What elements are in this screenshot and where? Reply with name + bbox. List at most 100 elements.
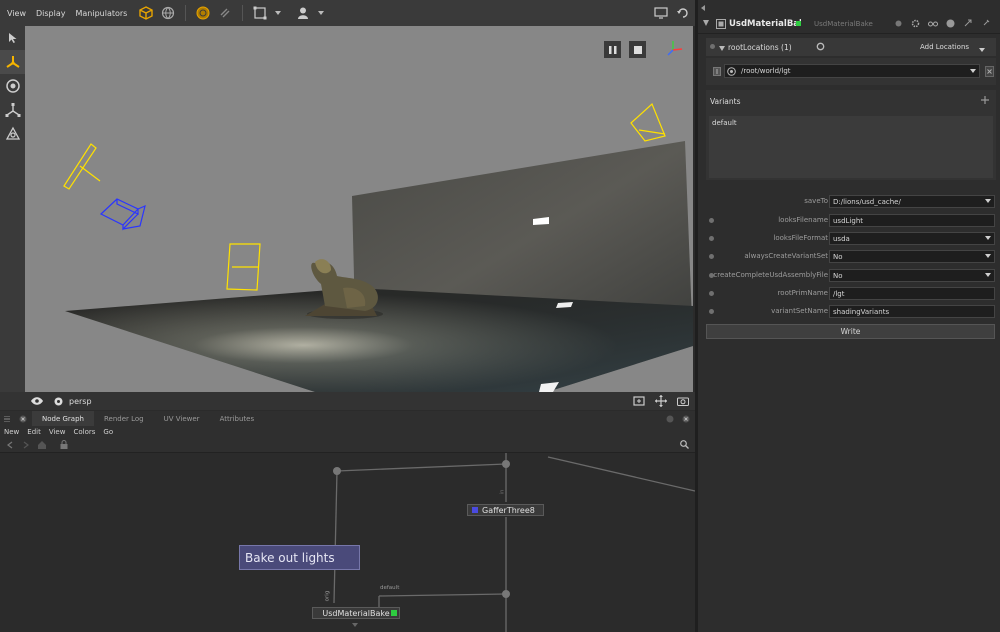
help-icon[interactable]	[946, 19, 955, 30]
location-row: /root/world/lgt	[706, 58, 996, 85]
cube-icon[interactable]	[138, 5, 154, 21]
shading-sphere-icon[interactable]	[195, 5, 211, 21]
tab-render-log[interactable]: Render Log	[94, 411, 154, 426]
chevron-down-icon[interactable]	[317, 5, 325, 21]
camera-name[interactable]: persp	[69, 397, 92, 406]
close-icon[interactable]	[703, 20, 709, 29]
looks-filename-field[interactable]: usdLight	[829, 214, 995, 227]
axis-orientation-icon	[665, 38, 685, 58]
snapshot-icon[interactable]	[675, 393, 691, 409]
node-gaffer-three[interactable]: GafferThree8	[467, 504, 544, 516]
param-value: No	[833, 272, 843, 280]
lock-icon[interactable]	[60, 440, 68, 451]
remove-location-button[interactable]	[985, 66, 994, 77]
param-hint-dot	[710, 44, 715, 49]
chevron-down-icon[interactable]	[985, 199, 991, 203]
param-hint-dot	[709, 218, 714, 223]
chevron-down-icon[interactable]	[970, 69, 976, 73]
tab-node-graph[interactable]: Node Graph	[32, 411, 94, 426]
expand-triangle-icon[interactable]	[719, 44, 725, 53]
ng-menu-new[interactable]: New	[0, 428, 23, 436]
3d-viewport[interactable]	[25, 26, 693, 392]
drag-handle-icon[interactable]	[713, 67, 721, 78]
frame-selection-icon[interactable]	[252, 5, 268, 21]
menu-manipulators[interactable]: Manipulators	[70, 9, 132, 18]
scenegraph-target-icon[interactable]	[727, 67, 736, 78]
scale-icon[interactable]	[0, 98, 25, 122]
camera-select-icon[interactable]	[50, 393, 66, 409]
add-locations-button[interactable]: Add Locations	[920, 43, 969, 51]
param-create-complete-usd-assembly-file: createCompleteUsdAssemblyFile No	[698, 267, 1000, 285]
param-value: shadingVariants	[833, 308, 890, 316]
weather-icon[interactable]	[217, 5, 233, 21]
close-icon[interactable]	[681, 411, 691, 427]
stop-button[interactable]	[629, 41, 646, 58]
chevron-down-icon[interactable]	[985, 254, 991, 258]
looks-file-format-select[interactable]: usda	[829, 232, 995, 245]
create-complete-usd-assembly-file-select[interactable]: No	[829, 269, 995, 282]
refresh-icon[interactable]	[816, 42, 825, 53]
param-hint-dot	[709, 236, 714, 241]
chevron-down-icon[interactable]	[274, 5, 282, 21]
chevron-down-icon[interactable]	[985, 273, 991, 277]
node-usd-material-bake[interactable]: UsdMaterialBake	[312, 607, 400, 619]
save-to-field[interactable]: D:/lions/usd_cache/	[829, 195, 995, 208]
select-arrow-icon[interactable]	[0, 26, 25, 50]
frame-camera-icon[interactable]	[631, 393, 647, 409]
list-item[interactable]: default	[712, 119, 737, 127]
maximize-icon[interactable]	[665, 411, 675, 427]
ng-menu-view[interactable]: View	[45, 428, 70, 436]
params-panel-menu-icon[interactable]	[700, 4, 706, 13]
ng-menu-go[interactable]: Go	[99, 428, 117, 436]
monitor-icon[interactable]	[653, 5, 669, 21]
pause-button[interactable]	[604, 41, 621, 58]
param-label: saveTo	[804, 197, 828, 205]
chevron-down-icon[interactable]	[985, 236, 991, 240]
expand-icon[interactable]	[964, 19, 972, 29]
parameters-panel: UsdMaterialBake UsdMaterialBake rootLoca…	[698, 0, 1000, 632]
add-variant-icon[interactable]	[981, 96, 989, 106]
rotate-icon[interactable]	[0, 74, 25, 98]
move-icon[interactable]	[653, 393, 669, 409]
root-locations-header: rootLocations (1) Add Locations	[706, 38, 996, 56]
param-hint-dot	[709, 254, 714, 259]
gear-icon[interactable]	[911, 19, 920, 30]
write-button[interactable]: Write	[706, 324, 995, 339]
menu-display[interactable]: Display	[31, 9, 71, 18]
globe-icon[interactable]	[160, 5, 176, 21]
backdrop-note[interactable]: Bake out lights	[239, 545, 360, 570]
forward-arrow-icon[interactable]	[22, 441, 30, 451]
scene-render	[63, 102, 693, 392]
search-icon[interactable]	[680, 440, 689, 451]
variants-section: Variants default	[706, 90, 996, 180]
home-icon[interactable]	[38, 441, 46, 451]
root-prim-name-field[interactable]: /lgt	[829, 287, 995, 300]
ng-menu-colors[interactable]: Colors	[69, 428, 99, 436]
chevron-down-icon[interactable]	[979, 45, 985, 54]
always-create-variant-set-select[interactable]: No	[829, 250, 995, 263]
node-name-field[interactable]: UsdMaterialBake	[729, 19, 801, 29]
glasses-icon[interactable]	[928, 20, 938, 29]
undo-view-icon[interactable]	[675, 5, 691, 21]
user-icon[interactable]	[295, 5, 311, 21]
variant-set-name-field[interactable]: shadingVariants	[829, 305, 995, 318]
node-edit-flag[interactable]	[796, 21, 801, 26]
back-arrow-icon[interactable]	[6, 441, 14, 451]
node-type-icon	[716, 19, 726, 31]
location-field[interactable]: /root/world/lgt	[724, 64, 980, 78]
menu-view[interactable]: View	[2, 9, 31, 18]
translate-icon[interactable]	[0, 50, 25, 74]
camera-icon[interactable]	[0, 122, 25, 146]
pin-icon[interactable]	[982, 19, 990, 29]
tab-attributes[interactable]: Attributes	[210, 411, 265, 426]
eye-icon[interactable]	[29, 393, 45, 409]
ng-menu-edit[interactable]: Edit	[23, 428, 45, 436]
node-graph-canvas[interactable]: GafferThree8 in Bake out lights default …	[0, 453, 695, 632]
panel-menu-icon[interactable]	[2, 411, 12, 427]
variants-list[interactable]: default	[709, 116, 993, 178]
close-icon[interactable]	[18, 411, 28, 427]
node-edit-flag[interactable]	[391, 610, 397, 616]
viewer-tool-shelf	[0, 26, 25, 393]
tab-uv-viewer[interactable]: UV Viewer	[154, 411, 210, 426]
view-flag-icon[interactable]	[895, 20, 902, 29]
